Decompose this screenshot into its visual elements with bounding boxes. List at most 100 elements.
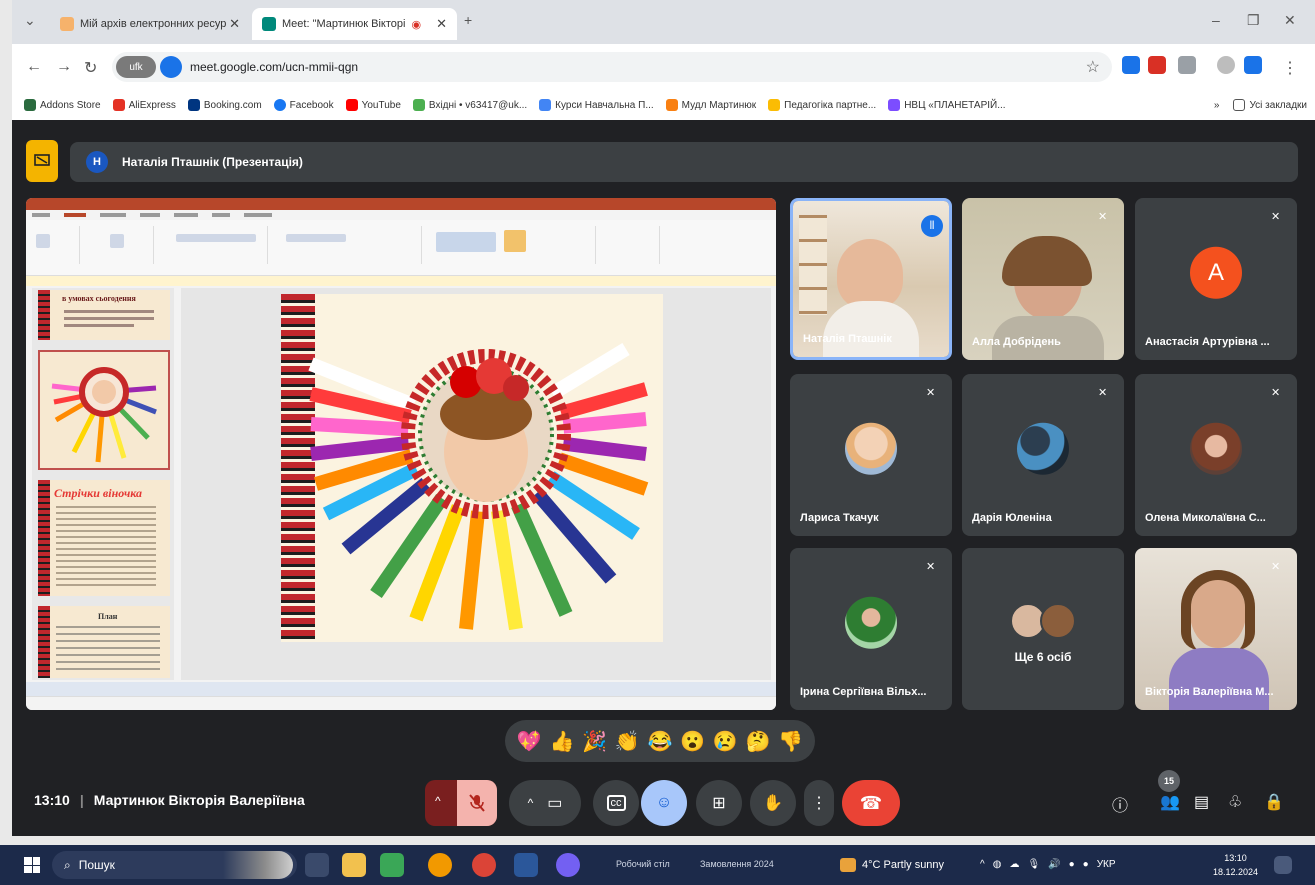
participant-tile[interactable]: ✕ Олена Миколаївна С...: [1135, 374, 1297, 536]
chrome-icon[interactable]: [472, 853, 496, 877]
viber-icon[interactable]: [556, 853, 580, 877]
extension-vpn-icon[interactable]: [1244, 56, 1262, 74]
reaction-thinking-icon[interactable]: 🤔: [745, 729, 770, 754]
bookmark-booking[interactable]: Booking.com: [187, 99, 262, 111]
weather-widget[interactable]: 4°C Partly sunny: [840, 858, 944, 872]
participant-tile[interactable]: ✕ Лариса Ткачук: [790, 374, 952, 536]
tray-volume-icon[interactable]: 🔊: [1048, 859, 1060, 870]
video-options-chevron-icon[interactable]: ^: [528, 796, 534, 810]
bookmark-star-icon[interactable]: ☆: [1086, 57, 1100, 77]
browser-tab-meet[interactable]: Meet: "Мартинюк Вікторі ◉ ✕: [252, 8, 457, 40]
bookmark-pedagogy[interactable]: Педагогіка партне...: [768, 99, 876, 111]
slide-thumbnails-pane[interactable]: в умовах сьогодення Стрічки віночка План: [32, 288, 174, 680]
participant-tile[interactable]: ✕ Дарія Юленіна: [962, 374, 1124, 536]
notifications-icon[interactable]: [1274, 856, 1292, 874]
slide-thumbnail[interactable]: План: [38, 606, 170, 678]
raise-hand-button[interactable]: ✋: [750, 780, 796, 826]
reaction-thumbs-up-icon[interactable]: 👍: [550, 729, 575, 754]
present-button[interactable]: ⊞: [696, 780, 742, 826]
captions-button[interactable]: cc: [593, 780, 639, 826]
camera-icon[interactable]: ▭: [547, 793, 562, 813]
url-text[interactable]: meet.google.com/ucn-mmii-qgn: [190, 60, 358, 74]
bookmark-aliexpress[interactable]: AliExpress: [112, 99, 176, 111]
more-options-button[interactable]: ⋮: [804, 780, 834, 826]
leave-call-button[interactable]: ☎: [842, 780, 900, 826]
reaction-clap-icon[interactable]: 👏: [615, 729, 640, 754]
tray-expand-icon[interactable]: ^: [980, 859, 985, 870]
language-indicator[interactable]: УКР: [1097, 859, 1116, 870]
tray-network-icon[interactable]: ◍: [993, 859, 1002, 870]
bookmark-courses[interactable]: Курси Навчальна П...: [539, 99, 654, 111]
reaction-sad-icon[interactable]: 😢: [713, 729, 738, 754]
word-icon[interactable]: [514, 853, 538, 877]
task-view-icon[interactable]: [305, 853, 329, 877]
activities-icon[interactable]: ♧: [1228, 792, 1242, 812]
slide-thumbnail[interactable]: Стрічки віночка: [38, 480, 170, 596]
slide-thumbnail-selected[interactable]: [38, 350, 170, 470]
maximize-icon[interactable]: ❐: [1247, 12, 1260, 29]
windows-start-icon[interactable]: [24, 857, 40, 873]
forward-icon[interactable]: →: [56, 58, 72, 76]
new-tab-icon[interactable]: +: [464, 12, 472, 28]
file-explorer-icon[interactable]: [342, 853, 366, 877]
taskbar-search[interactable]: ⌕ Пошук: [52, 851, 297, 879]
extension-shield-icon[interactable]: [1122, 56, 1140, 74]
reload-icon[interactable]: ↻: [84, 58, 97, 78]
taskbar-clock[interactable]: 13:10 18.12.2024: [1213, 851, 1258, 879]
tray-cloud-icon[interactable]: ☁: [1009, 859, 1019, 870]
audio-options-chevron-icon[interactable]: ^: [435, 794, 441, 808]
desktop-toolbar-label[interactable]: Робочий стіл: [616, 859, 670, 869]
microphone-control[interactable]: ^: [425, 780, 497, 826]
reaction-thumbs-down-icon[interactable]: 👎: [778, 729, 803, 754]
mic-off-icon[interactable]: [457, 780, 497, 826]
participant-tile[interactable]: ⦀ Наталія Пташнік: [790, 198, 952, 360]
store-icon[interactable]: [380, 853, 404, 877]
reaction-party-icon[interactable]: 🎉: [582, 729, 607, 754]
all-bookmarks-folder[interactable]: Усі закладки: [1233, 99, 1307, 111]
slide-editor-canvas[interactable]: [181, 288, 771, 680]
site-info-pill[interactable]: ufk: [116, 56, 156, 78]
minimize-icon[interactable]: –: [1212, 12, 1220, 28]
bookmark-youtube[interactable]: YouTube: [345, 99, 401, 111]
tray-chrome-icon[interactable]: ●: [1069, 859, 1075, 870]
camera-control[interactable]: ^ ▭: [509, 780, 581, 826]
shared-screen[interactable]: в умовах сьогодення Стрічки віночка План: [26, 198, 776, 710]
extension-new-icon[interactable]: [1148, 56, 1166, 74]
bookmark-facebook[interactable]: Facebook: [273, 99, 334, 111]
address-bar[interactable]: ufk meet.google.com/ucn-mmii-qgn ☆: [112, 52, 1112, 82]
bookmark-moodle[interactable]: Мудл Мартинюк: [665, 99, 756, 111]
presentation-icon[interactable]: [26, 140, 58, 182]
participant-tile[interactable]: ✕ Ірина Сергіївна Вільх...: [790, 548, 952, 710]
current-slide[interactable]: [281, 294, 663, 642]
reactions-button[interactable]: ☺: [641, 780, 687, 826]
slide-thumbnail[interactable]: в умовах сьогодення: [38, 290, 170, 340]
extension-puzzle-icon[interactable]: [1178, 56, 1196, 74]
close-tab-icon[interactable]: ✕: [229, 16, 240, 32]
more-participants-tile[interactable]: Ще 6 осіб: [962, 548, 1124, 710]
participant-tile[interactable]: A ✕ Анастасія Артурівна ...: [1135, 198, 1297, 360]
bookmark-inbox[interactable]: Вхідні • v63417@uk...: [412, 99, 527, 111]
reaction-surprised-icon[interactable]: 😮: [680, 729, 705, 754]
participant-tile[interactable]: ✕ Алла Добрідень: [962, 198, 1124, 360]
browser-menu-icon[interactable]: ⋮: [1282, 58, 1298, 78]
back-icon[interactable]: ←: [26, 58, 42, 76]
participant-tile[interactable]: ✕ Вікторія Валеріївна М...: [1135, 548, 1297, 710]
tray-mic-icon[interactable]: 🎙: [1027, 859, 1040, 870]
chrome-profile-icon[interactable]: [428, 853, 452, 877]
bookmark-planetarium[interactable]: НВЦ «ПЛАНЕТАРІЙ...: [888, 99, 1006, 111]
browser-tab-archive[interactable]: Мій архів електронних ресур ✕: [50, 8, 250, 40]
reaction-heart-icon[interactable]: 💖: [517, 729, 542, 754]
close-window-icon[interactable]: ✕: [1284, 12, 1296, 29]
people-icon[interactable]: 👥: [1160, 792, 1180, 812]
meeting-details-icon[interactable]: ⓘ: [1112, 792, 1128, 816]
orders-toolbar-label[interactable]: Замовлення 2024: [700, 859, 774, 869]
host-controls-icon[interactable]: 🔒: [1264, 792, 1284, 812]
more-bookmarks-icon[interactable]: »: [1214, 100, 1220, 111]
bookmark-addons[interactable]: Addons Store: [24, 99, 101, 111]
chat-icon[interactable]: ▤: [1194, 792, 1209, 812]
tray-viber-icon[interactable]: ●: [1083, 859, 1089, 870]
reaction-laugh-icon[interactable]: 😂: [648, 729, 673, 754]
tab-search-icon[interactable]: ⌄: [24, 12, 36, 29]
close-tab-icon[interactable]: ✕: [436, 16, 447, 32]
presenter-bar[interactable]: Н Наталія Пташнік (Презентація): [70, 142, 1298, 182]
